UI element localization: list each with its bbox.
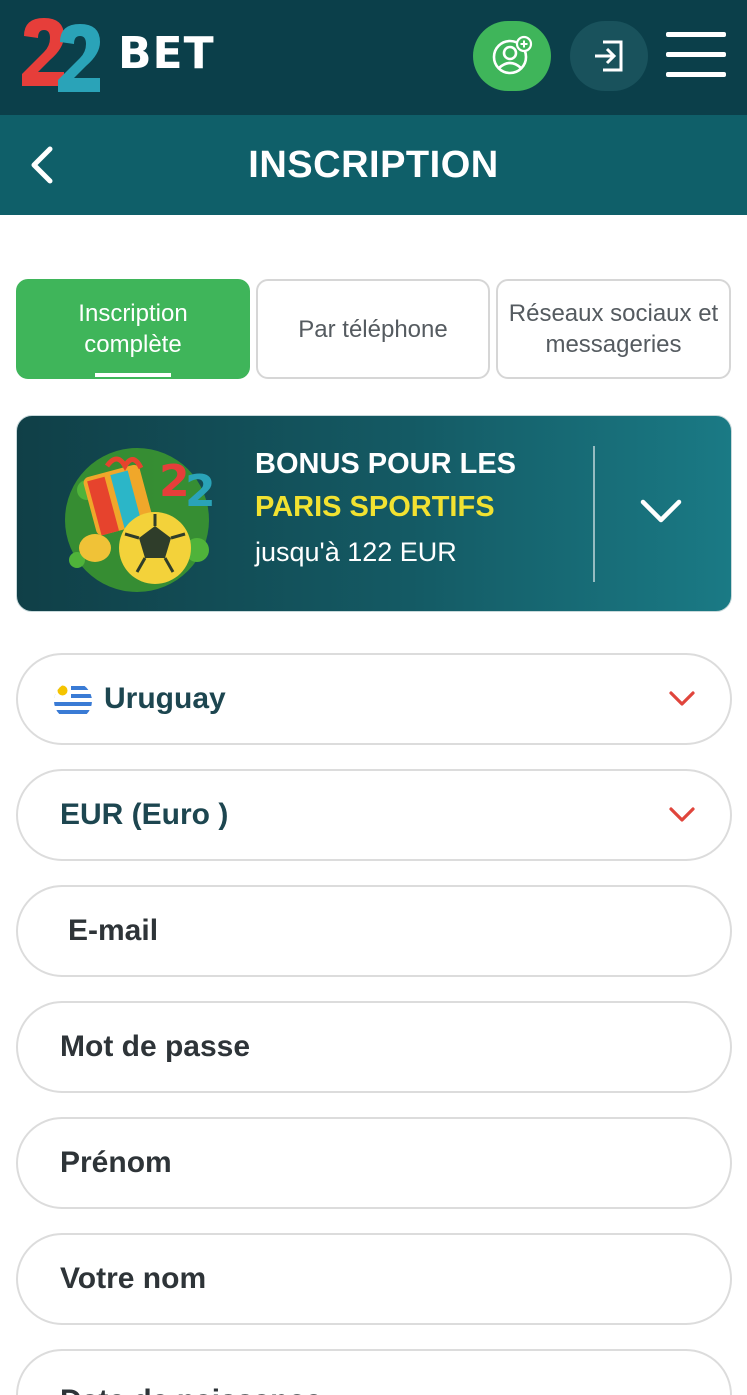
first-name-placeholder: Prénom: [60, 1146, 172, 1179]
title-bar: INSCRIPTION: [0, 115, 747, 215]
top-header: BET: [0, 0, 747, 115]
bonus-banner[interactable]: 2 2 BONUS POUR LES PARIS SPORTIFS jusqu'…: [16, 415, 732, 612]
tab-label: Réseaux sociaux et messageries: [508, 300, 719, 358]
user-plus-icon: [492, 35, 533, 75]
birth-date-field[interactable]: Date de naissance: [16, 1349, 732, 1395]
logo-22-icon: [22, 18, 100, 92]
menu-bar: [666, 32, 726, 37]
currency-select[interactable]: EUR (Euro ): [16, 769, 732, 861]
page-title: INSCRIPTION: [248, 144, 499, 186]
email-placeholder: E-mail: [68, 914, 159, 947]
login-button[interactable]: [570, 21, 648, 91]
login-icon: [595, 40, 623, 72]
last-name-field[interactable]: Votre nom: [16, 1233, 732, 1325]
bonus-title-line1: BONUS POUR LES: [255, 448, 517, 480]
tab-label: Inscription complète: [78, 300, 188, 358]
tab-label: Par téléphone: [298, 315, 448, 343]
country-value: Uruguay: [104, 682, 226, 715]
chevron-down-icon: [669, 807, 695, 822]
password-field[interactable]: Mot de passe: [16, 1001, 732, 1093]
uruguay-flag-icon: [54, 682, 92, 720]
menu-bar: [666, 72, 726, 77]
brand-logo[interactable]: BET: [20, 14, 230, 98]
brand-name: BET: [118, 28, 215, 79]
bonus-divider: [593, 446, 595, 582]
chevron-left-icon[interactable]: [22, 141, 66, 189]
tab-full-registration[interactable]: Inscription complète: [16, 279, 250, 379]
birth-date-placeholder: Date de naissance: [60, 1357, 322, 1395]
menu-bar: [666, 52, 726, 57]
first-name-field[interactable]: Prénom: [16, 1117, 732, 1209]
bonus-title-line2: PARIS SPORTIFS: [255, 491, 495, 523]
svg-text:2: 2: [185, 466, 216, 517]
register-button[interactable]: [473, 21, 551, 91]
hamburger-menu-icon[interactable]: [666, 30, 728, 80]
email-field[interactable]: E-mail: [16, 885, 732, 977]
sports-bonus-gift-icon: 2 2: [65, 448, 216, 592]
chevron-down-icon[interactable]: [639, 494, 683, 530]
bonus-amount: jusqu'à 122 EUR: [255, 537, 457, 567]
chevron-down-icon: [669, 691, 695, 706]
tab-phone[interactable]: Par téléphone: [256, 279, 490, 379]
password-placeholder: Mot de passe: [60, 1030, 251, 1063]
currency-value: EUR (Euro ): [60, 798, 229, 831]
last-name-placeholder: Votre nom: [60, 1262, 207, 1295]
country-select[interactable]: Uruguay: [16, 653, 732, 745]
active-tab-indicator: [95, 373, 171, 377]
tab-social-messengers[interactable]: Réseaux sociaux et messageries: [496, 279, 731, 379]
